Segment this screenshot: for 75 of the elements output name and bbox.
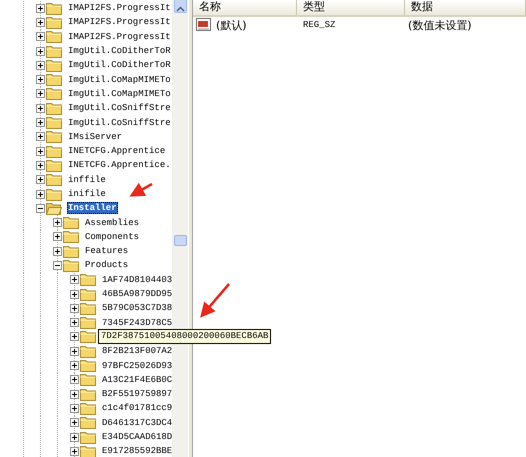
tooltip: 7D2F38751005408000200060BECB6AB (98, 329, 272, 344)
expand-toggle-icon[interactable] (70, 446, 79, 456)
tree-item[interactable]: A13C21F4E6B0C (101, 374, 174, 386)
tree-item[interactable]: ImgUtil.CoDitherToR (67, 59, 172, 72)
expand-toggle-icon[interactable] (36, 46, 45, 56)
tree-item[interactable]: ImgUtil.CoMapMIMETo (67, 74, 172, 86)
annotation-arrow (129, 182, 153, 197)
tree-item[interactable]: 7345F243D78C5 (101, 316, 174, 329)
expand-toggle-icon[interactable] (36, 118, 45, 128)
tree-item[interactable]: IMAPI2FS.ProgressIt (67, 30, 172, 43)
tree-item[interactable]: 5B79C053C7D38 (101, 302, 174, 314)
expand-toggle-icon[interactable] (53, 232, 62, 242)
expand-toggle-icon[interactable] (70, 304, 79, 313)
expand-toggle-icon[interactable] (36, 60, 45, 70)
tree-item[interactable]: 8F2B213F007A2 (101, 345, 174, 358)
expand-toggle-icon[interactable] (36, 160, 45, 170)
expand-toggle-icon[interactable] (36, 32, 45, 42)
tree-item[interactable]: ImgUtil.CoSniffStre (67, 116, 172, 129)
value-data: (数值未设置) (408, 18, 472, 32)
tree-item[interactable]: E917285592BBE (101, 445, 174, 457)
tree-item[interactable]: ImgUtil.CoSniffStre (67, 102, 172, 114)
tree-item[interactable]: D6461317C3DC4 (101, 416, 174, 429)
expand-toggle-icon[interactable] (70, 432, 79, 442)
scroll-up-button[interactable] (174, 0, 187, 13)
expand-toggle-icon[interactable] (36, 132, 45, 142)
tree-item[interactable]: Features (84, 245, 130, 258)
expand-toggle-icon[interactable] (36, 146, 45, 156)
tree-item[interactable]: ImgUtil.CoMapMIMETo (67, 88, 172, 100)
tree-item[interactable]: ImgUtil.CoDitherToR (67, 45, 172, 58)
expand-toggle-icon[interactable] (70, 375, 79, 384)
expand-toggle-icon[interactable] (36, 89, 45, 98)
tree-item[interactable]: inffile (67, 174, 107, 186)
expand-toggle-icon[interactable] (70, 418, 79, 428)
expand-toggle-icon[interactable] (70, 404, 79, 413)
tree-item[interactable]: Components (84, 230, 140, 243)
expand-toggle-icon[interactable] (36, 75, 45, 84)
tree-item[interactable]: Products (84, 259, 130, 272)
tree-item[interactable]: 46B5A9879DD95 (101, 288, 174, 300)
expand-toggle-icon[interactable] (36, 175, 45, 184)
expand-toggle-icon[interactable] (70, 332, 79, 342)
tree-item[interactable]: INETCFG.Apprentice. (67, 159, 172, 172)
string-value-icon (196, 18, 212, 32)
expand-toggle-icon[interactable] (70, 318, 79, 328)
annotation-arrow (200, 283, 230, 318)
value-type: REG_SZ (303, 20, 336, 30)
value-name: (默认) (216, 18, 247, 32)
tree-item[interactable]: INETCFG.Apprentice (67, 145, 166, 158)
expand-toggle-icon[interactable] (53, 246, 62, 256)
column-header[interactable]: 数据 (405, 0, 526, 15)
expand-toggle-icon[interactable] (70, 275, 79, 284)
tree-item[interactable]: c1c4f01781cc9 (101, 402, 174, 414)
collapse-toggle-icon[interactable] (36, 204, 45, 213)
tree-item[interactable]: IMAPI2FS.ProgressIt (67, 16, 172, 28)
expand-toggle-icon[interactable] (36, 190, 45, 198)
tree-item[interactable]: IMsiServer (67, 130, 124, 143)
collapse-toggle-icon[interactable] (53, 260, 62, 270)
expand-toggle-icon[interactable] (36, 104, 45, 113)
scrollbar-thumb[interactable] (174, 235, 187, 246)
tree-item[interactable]: IMAPI2FS.ProgressIt (67, 2, 172, 14)
expand-toggle-icon[interactable] (36, 4, 45, 13)
tree-item[interactable]: E34D5CAAD618D (101, 431, 174, 444)
expand-toggle-icon[interactable] (70, 390, 79, 399)
expand-toggle-icon[interactable] (70, 346, 79, 356)
expand-toggle-icon[interactable] (36, 18, 45, 27)
column-header[interactable]: 类型 (297, 0, 405, 15)
tree-item[interactable]: inifile (67, 188, 107, 200)
expand-toggle-icon[interactable] (70, 290, 79, 299)
tree-item[interactable]: Installer (67, 202, 118, 214)
expand-toggle-icon[interactable] (70, 361, 79, 370)
tree-item[interactable]: 97BFC25026D93 (101, 360, 174, 372)
expand-toggle-icon[interactable] (53, 218, 62, 228)
tree-item[interactable]: Assemblies (84, 216, 140, 229)
tree-item[interactable]: B2F5519759897 (101, 388, 174, 400)
tree-item[interactable]: 1AF74D8104403 (101, 274, 174, 286)
column-header[interactable]: 名称 (193, 0, 297, 15)
